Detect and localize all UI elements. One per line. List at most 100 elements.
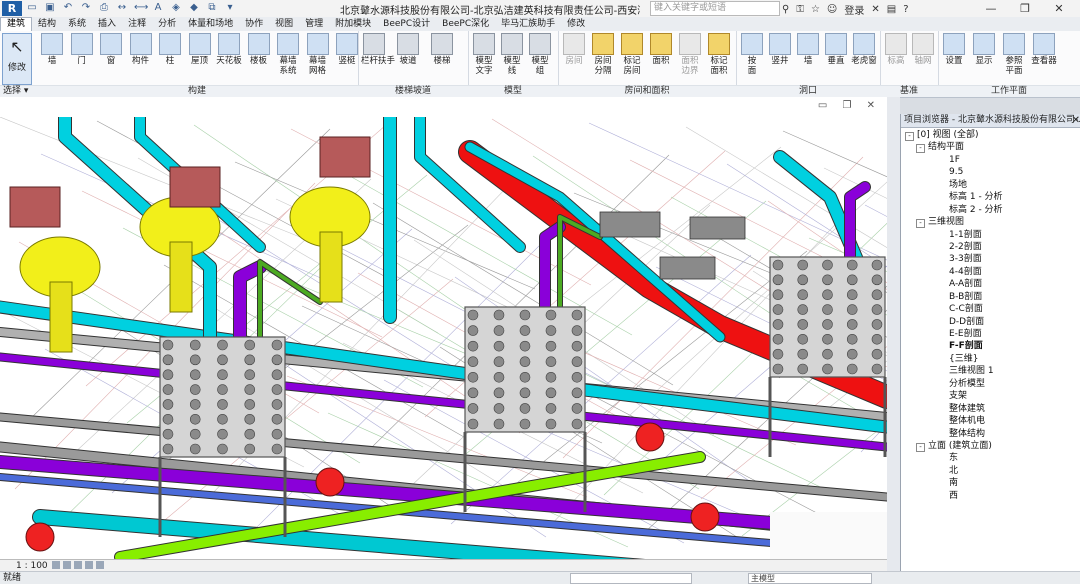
save-icon[interactable]: ▣ xyxy=(44,2,56,14)
browser-node[interactable]: 东 xyxy=(901,452,1080,464)
ribbon-tool-0-6[interactable]: 天花板 xyxy=(216,33,242,66)
ribbon-tool-6-1[interactable]: 显示 xyxy=(971,33,997,66)
design-option-box[interactable]: 主模型 xyxy=(748,573,872,584)
browser-node[interactable]: - 三维视图 xyxy=(901,216,1080,229)
close-icon[interactable]: ✕ xyxy=(1042,1,1076,16)
browser-node[interactable]: - [0] 视图 (全部) xyxy=(901,129,1080,141)
search-input[interactable]: 键入关键字或短语 xyxy=(650,1,780,16)
ribbon-tool-3-5[interactable]: 标记 面积 xyxy=(706,33,732,76)
tab-12[interactable]: BeePC深化 xyxy=(436,18,495,31)
browser-node[interactable]: C-C剖面 xyxy=(901,303,1080,315)
browser-node[interactable]: 南 xyxy=(901,477,1080,489)
ribbon-tool-3-0[interactable]: 房间 xyxy=(561,33,587,66)
subscription-icon[interactable]: ⚿ xyxy=(796,4,804,15)
tab-11[interactable]: BeePC设计 xyxy=(377,18,436,31)
browser-node[interactable]: E-E剖面 xyxy=(901,328,1080,340)
print-icon[interactable]: ⎙ xyxy=(98,2,110,14)
ribbon-tool-6-0[interactable]: 设置 xyxy=(941,33,967,66)
tab-13[interactable]: 毕马汇族助手 xyxy=(495,18,561,31)
ribbon-tool-0-3[interactable]: 构件 xyxy=(128,33,154,66)
tab-9[interactable]: 管理 xyxy=(299,18,329,31)
help-icon[interactable]: ? xyxy=(903,4,908,15)
modify-button[interactable]: ↖ 修改 xyxy=(2,33,32,85)
browser-node[interactable]: A-A剖面 xyxy=(901,278,1080,290)
tab-4[interactable]: 注释 xyxy=(122,18,152,31)
ribbon-tool-4-1[interactable]: 竖井 xyxy=(767,33,793,66)
ribbon-tool-4-0[interactable]: 按 面 xyxy=(739,33,765,76)
user-icon[interactable]: ☺ xyxy=(827,4,837,15)
browser-node[interactable]: 4-4剖面 xyxy=(901,266,1080,278)
browser-node[interactable]: 1-1剖面 xyxy=(901,229,1080,241)
ribbon-tool-2-0[interactable]: 模型 文字 xyxy=(471,33,497,76)
ribbon-tool-4-2[interactable]: 墙 xyxy=(795,33,821,66)
login-link[interactable]: 登录 xyxy=(844,2,864,17)
close-hidden-icon[interactable]: ⧉ xyxy=(206,2,218,14)
browser-node[interactable]: 2-2剖面 xyxy=(901,241,1080,253)
browser-node[interactable]: 标高 1 - 分析 xyxy=(901,191,1080,203)
visual-style-icon[interactable] xyxy=(63,561,71,569)
browser-node[interactable]: 9.5 xyxy=(901,166,1080,178)
binoculars-icon[interactable]: ⚲ xyxy=(782,4,789,15)
browser-node[interactable]: - 立面 (建筑立面) xyxy=(901,440,1080,452)
favorite-icon[interactable]: ☆ xyxy=(811,4,820,15)
browser-node[interactable]: F-F剖面 xyxy=(901,340,1080,352)
open-icon[interactable]: ▭ xyxy=(26,2,38,14)
browser-node[interactable]: 分析模型 xyxy=(901,378,1080,390)
ribbon-tool-6-3[interactable]: 查看器 xyxy=(1031,33,1057,66)
ribbon-tool-5-0[interactable]: 标高 xyxy=(883,33,909,66)
collapse-toggle-icon[interactable]: - xyxy=(916,144,925,154)
ribbon-tool-1-1[interactable]: 坡道 xyxy=(395,33,421,66)
select-dropdown[interactable]: 选择 ▾ xyxy=(0,85,39,97)
ribbon-tool-3-4[interactable]: 面积 边界 xyxy=(677,33,703,76)
dropdown-icon[interactable]: ▾ xyxy=(224,2,236,14)
ribbon-tool-0-4[interactable]: 柱 xyxy=(157,33,183,66)
ribbon-tool-0-7[interactable]: 楼板 xyxy=(246,33,272,66)
browser-node[interactable]: 支架 xyxy=(901,390,1080,402)
browser-node[interactable]: 标高 2 - 分析 xyxy=(901,204,1080,216)
browser-node[interactable]: - 结构平面 xyxy=(901,141,1080,154)
detail-level-icon[interactable] xyxy=(52,561,60,569)
browser-node[interactable]: 整体机电 xyxy=(901,415,1080,427)
ribbon-tool-0-1[interactable]: 门 xyxy=(69,33,95,66)
ribbon-tool-3-1[interactable]: 房间 分隔 xyxy=(590,33,616,76)
restore-icon[interactable]: ❐ xyxy=(1008,1,1042,16)
shadows-icon[interactable] xyxy=(85,561,93,569)
app-store-icon[interactable]: ▤ xyxy=(887,4,896,15)
tab-0[interactable]: 建筑 xyxy=(0,17,33,31)
ribbon-tool-3-2[interactable]: 标记 房间 xyxy=(619,33,645,76)
ribbon-tool-5-1[interactable]: 轴网 xyxy=(910,33,936,66)
browser-node[interactable]: 整体建筑 xyxy=(901,403,1080,415)
redo-icon[interactable]: ↷ xyxy=(80,2,92,14)
browser-node[interactable]: {三维} xyxy=(901,353,1080,365)
browser-node[interactable]: B-B剖面 xyxy=(901,291,1080,303)
section-icon[interactable]: ◆ xyxy=(188,2,200,14)
tab-14[interactable]: 修改 xyxy=(561,18,591,31)
ribbon-tool-0-8[interactable]: 幕墙 系统 xyxy=(275,33,301,76)
collapse-toggle-icon[interactable]: - xyxy=(916,442,925,452)
browser-node[interactable]: 西 xyxy=(901,490,1080,502)
browser-node[interactable]: 三维视图 1 xyxy=(901,365,1080,377)
view-window-controls[interactable]: ▭ ❐ ✕ xyxy=(818,100,881,111)
tab-3[interactable]: 插入 xyxy=(92,18,122,31)
crop-icon[interactable] xyxy=(96,561,104,569)
browser-node[interactable]: 3-3剖面 xyxy=(901,253,1080,265)
ribbon-tool-6-2[interactable]: 参照 平面 xyxy=(1001,33,1027,76)
ribbon-tool-0-0[interactable]: 墙 xyxy=(39,33,65,66)
ribbon-tool-4-4[interactable]: 老虎窗 xyxy=(851,33,877,66)
3d-view-icon[interactable]: ◈ xyxy=(170,2,182,14)
tab-1[interactable]: 结构 xyxy=(32,18,62,31)
tab-10[interactable]: 附加模块 xyxy=(329,18,377,31)
app-menu-button[interactable]: R xyxy=(2,1,22,16)
tab-5[interactable]: 分析 xyxy=(152,18,182,31)
ribbon-tool-0-2[interactable]: 窗 xyxy=(98,33,124,66)
browser-node[interactable]: D-D剖面 xyxy=(901,316,1080,328)
ribbon-tool-2-1[interactable]: 模型 线 xyxy=(499,33,525,76)
ribbon-tool-2-2[interactable]: 模型 组 xyxy=(527,33,553,76)
tab-6[interactable]: 体量和场地 xyxy=(182,18,239,31)
view-control-icons[interactable] xyxy=(52,561,104,569)
browser-node[interactable]: 场地 xyxy=(901,179,1080,191)
close-icon[interactable]: ✕ xyxy=(1072,114,1080,127)
measure-icon[interactable]: ↔ xyxy=(116,2,128,14)
minimize-icon[interactable]: — xyxy=(974,1,1008,16)
panel-splitter[interactable] xyxy=(887,97,900,571)
